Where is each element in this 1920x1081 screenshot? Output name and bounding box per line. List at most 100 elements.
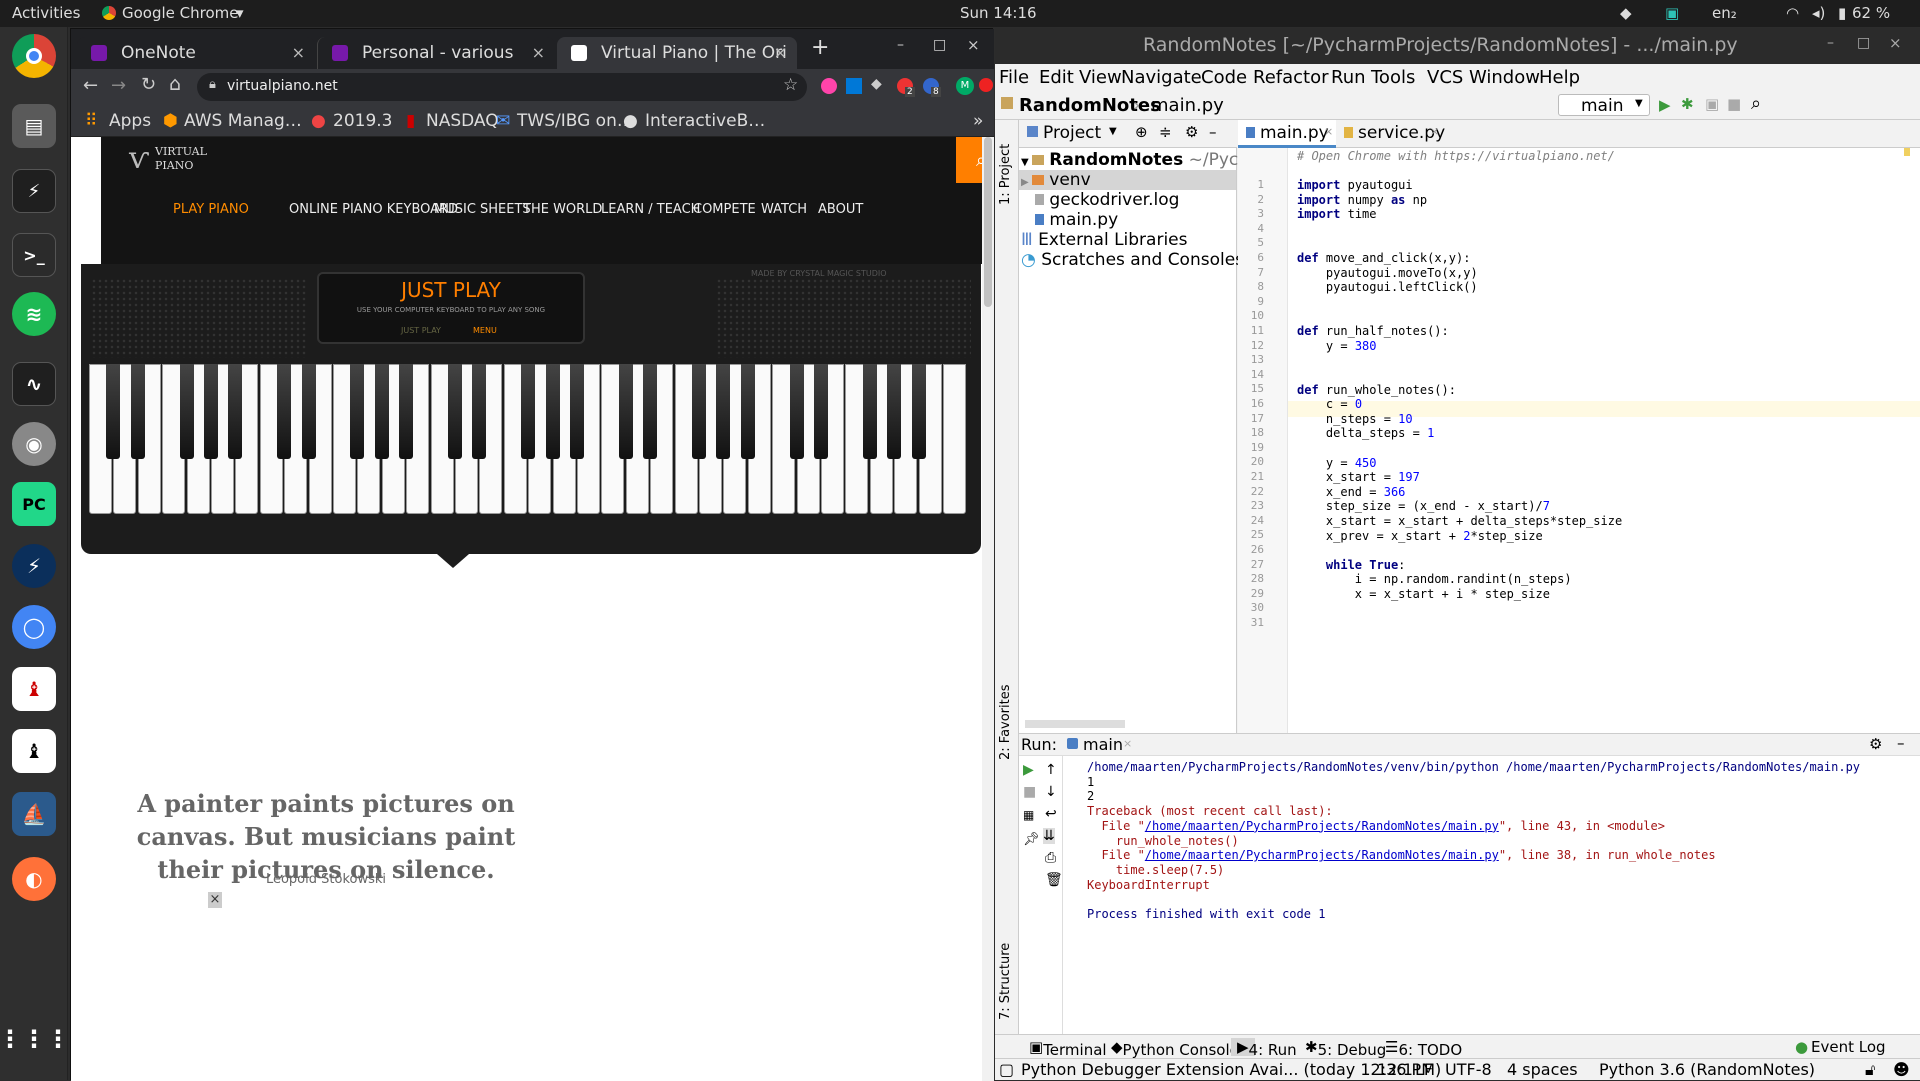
coverage-icon[interactable]: ▣ <box>1705 95 1719 113</box>
event-log[interactable]: Event Log <box>1811 1038 1886 1056</box>
window-close-button[interactable]: × <box>967 36 980 54</box>
stop-icon[interactable]: ■ <box>1023 784 1036 800</box>
code-line[interactable]: pyautogui.leftClick() <box>1297 280 1478 294</box>
menu-help[interactable]: Help <box>1539 67 1580 88</box>
dock-chromium-icon[interactable]: ◯ <box>12 605 56 649</box>
profile-avatar[interactable]: M <box>956 77 974 95</box>
side-tab-project[interactable]: 1: Project <box>998 144 1013 205</box>
tab-python-console[interactable]: ◆ Python Console <box>1111 1038 1239 1059</box>
window-maximize-button[interactable]: □ <box>933 37 946 53</box>
windows-extension-icon[interactable] <box>846 78 862 94</box>
piano-black-key[interactable] <box>374 364 389 459</box>
tree-item-scratches[interactable]: ◔ Scratches and Consoles <box>1021 250 1244 270</box>
scrollbar-thumb[interactable] <box>984 137 992 307</box>
dock-monitor-icon[interactable]: ∿ <box>12 362 56 406</box>
nav-play-piano[interactable]: PLAY PIANO <box>173 202 249 217</box>
piano-black-key[interactable] <box>618 364 633 459</box>
piano-black-key[interactable] <box>911 364 926 459</box>
dropbox-extension-icon[interactable]: ◆ <box>871 76 882 92</box>
dock-spotify-icon[interactable]: ≋ <box>12 292 56 336</box>
dock-mysql-workbench-icon[interactable]: ⛵ <box>12 792 56 836</box>
menu-edit[interactable]: Edit <box>1039 67 1074 88</box>
status-toggle-icon[interactable]: ▢ <box>999 1060 1014 1079</box>
lock-icon[interactable]: 🔓︎ <box>1865 1060 1875 1080</box>
soft-wrap-icon[interactable]: ↩ <box>1045 806 1057 822</box>
nav-the-world[interactable]: THE WORLD <box>523 202 602 217</box>
pin-icon[interactable]: 📌︎ <box>1023 832 1040 847</box>
code-line[interactable]: def run_half_notes(): <box>1297 324 1449 338</box>
window-maximize-button[interactable]: □ <box>1857 35 1870 51</box>
code-line[interactable]: y = 450 <box>1297 456 1377 470</box>
piano-black-key[interactable] <box>228 364 243 459</box>
piano-black-key[interactable] <box>643 364 658 459</box>
window-minimize-button[interactable]: – <box>1827 35 1834 51</box>
dock-files-icon[interactable]: ▤ <box>12 104 56 148</box>
reload-icon[interactable]: ↻ <box>141 74 156 95</box>
code-line[interactable]: x_prev = x_start + 2*step_size <box>1297 529 1543 543</box>
print-icon[interactable]: ⎙ <box>1045 850 1056 866</box>
piano-black-key[interactable] <box>350 364 365 459</box>
rerun-icon[interactable]: ▶ <box>1023 762 1034 778</box>
gear-icon[interactable]: ⚙ <box>1869 735 1882 753</box>
side-tab-structure[interactable]: 7: Structure <box>998 943 1013 1020</box>
bookmark-star-icon[interactable]: ☆ <box>783 75 798 95</box>
nav-learn-teach[interactable]: LEARN / TEACH <box>601 202 700 217</box>
code-line[interactable]: i = np.random.randint(n_steps) <box>1297 572 1572 586</box>
run-config-select[interactable]: main ▼ <box>1558 94 1650 116</box>
dock-terminal-icon[interactable]: >_ <box>12 233 56 277</box>
bookmark-2019[interactable]: 2019.3 <box>333 111 392 131</box>
piano-black-key[interactable] <box>692 364 706 459</box>
window-close-button[interactable]: × <box>1889 34 1902 52</box>
status-line-separator[interactable]: LF <box>1415 1060 1433 1079</box>
dock-pycharm-icon[interactable]: PC <box>12 482 56 526</box>
address-bar[interactable]: 🔒︎ virtualpiano.net ☆ <box>197 73 807 101</box>
back-icon[interactable]: ← <box>83 75 98 96</box>
inspector-icon[interactable]: ☻ <box>1893 1060 1910 1079</box>
code-line[interactable]: y = 380 <box>1297 339 1377 353</box>
menu-tools[interactable]: Tools <box>1371 67 1415 88</box>
show-applications-icon[interactable]: ⋮⋮⋮ <box>0 1017 70 1061</box>
dock-trader2-icon[interactable]: ♝ <box>12 729 56 773</box>
activities-button[interactable]: Activities <box>12 4 80 22</box>
code-line[interactable]: delta_steps = 1 <box>1297 426 1434 440</box>
tab-virtual-piano[interactable]: Virtual Piano | The Ori × <box>557 37 797 69</box>
tab-close-icon[interactable]: × <box>774 43 787 62</box>
file-link[interactable]: /home/maarten/PycharmProjects/RandomNote… <box>1145 848 1499 862</box>
code-line[interactable]: # Open Chrome with https://virtualpiano.… <box>1297 149 1615 163</box>
tab-personal-various[interactable]: Personal - various × <box>317 37 555 69</box>
editor-tab-main-py[interactable]: main.py × <box>1238 120 1336 148</box>
project-view-select[interactable]: Project <box>1043 123 1101 143</box>
piano-black-key[interactable] <box>130 364 145 459</box>
bookmarks-overflow[interactable]: » <box>973 111 983 131</box>
page-scrollbar[interactable] <box>982 137 994 1081</box>
menu-refactor[interactable]: Refactor <box>1253 67 1329 88</box>
file-link[interactable]: /home/maarten/PycharmProjects/RandomNote… <box>1145 819 1499 833</box>
just-play-button[interactable]: JUST PLAY <box>401 326 441 335</box>
bookmark-nasdaq[interactable]: NASDAQ <box>426 111 499 131</box>
new-tab-button[interactable]: + <box>811 35 829 60</box>
code-line[interactable]: c = 0 <box>1297 397 1362 411</box>
code-line[interactable]: def run_whole_notes(): <box>1297 383 1456 397</box>
dropbox-icon[interactable]: ◆ <box>1620 4 1632 22</box>
ad-close-button[interactable]: × <box>208 892 222 908</box>
code-line[interactable]: step_size = (x_end - x_start)/7 <box>1297 499 1550 513</box>
code-line[interactable]: import time <box>1297 207 1377 221</box>
window-minimize-button[interactable]: – <box>897 37 904 53</box>
status-caret-position[interactable]: 12:1 <box>1377 1060 1413 1079</box>
menu-button[interactable]: MENU <box>473 326 497 335</box>
piano-black-key[interactable] <box>570 364 584 459</box>
piano-toggle-arrow[interactable] <box>437 554 469 568</box>
piano-black-key[interactable] <box>521 364 536 459</box>
code-line[interactable]: x_start = 197 <box>1297 470 1420 484</box>
bookmark-interactiveb[interactable]: InteractiveB… <box>645 111 765 131</box>
nav-watch[interactable]: WATCH <box>761 202 807 217</box>
tree-item-main-py[interactable]: main.py <box>1035 210 1118 230</box>
tab-run[interactable]: ▶ 4: Run <box>1231 1038 1297 1059</box>
hide-icon[interactable]: – <box>1209 123 1217 141</box>
status-encoding[interactable]: UTF-8 <box>1445 1060 1492 1079</box>
dock-charm-icon[interactable]: ⚡ <box>12 544 56 588</box>
piano-black-key[interactable] <box>716 364 731 459</box>
nav-online-keyboard[interactable]: ONLINE PIANO KEYBOARD <box>289 202 458 217</box>
piano-black-key[interactable] <box>448 364 462 459</box>
code-line[interactable]: import pyautogui <box>1297 178 1413 192</box>
